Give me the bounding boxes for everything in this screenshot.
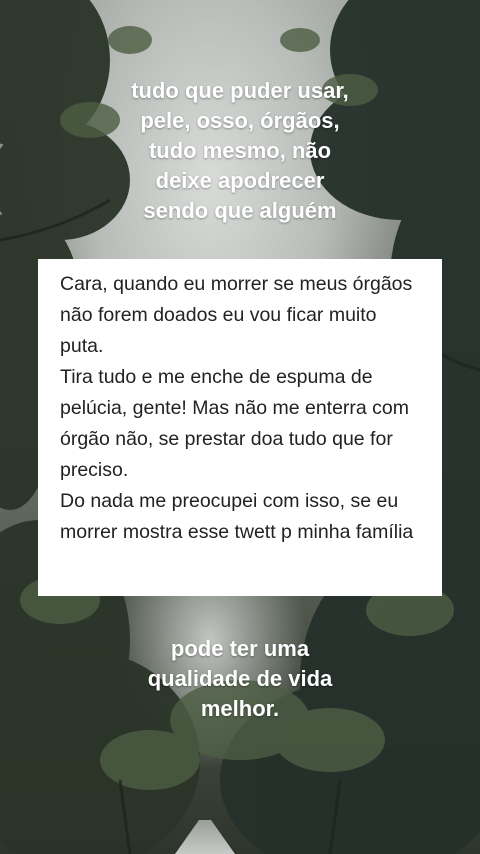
- caption-line: tudo que puder usar,: [131, 78, 349, 103]
- caption-line: pode ter uma: [170, 636, 310, 661]
- tweet-text-card: Cara, quando eu morrer se meus órgãos nã…: [38, 259, 442, 596]
- caption-line: deixe apodrecer: [155, 168, 325, 193]
- caption-line: pele, osso, órgãos,: [140, 108, 340, 133]
- overlay-caption-bottom: pode ter uma qualidade de vida melhor.: [0, 634, 480, 724]
- caption-line: tudo mesmo, não: [148, 138, 332, 163]
- caption-line: qualidade de vida: [147, 666, 333, 691]
- caption-line: melhor.: [200, 696, 280, 721]
- caption-line: sendo que alguém: [143, 198, 337, 223]
- overlay-caption-top: tudo que puder usar, pele, osso, órgãos,…: [0, 76, 480, 226]
- tweet-paragraph: Cara, quando eu morrer se meus órgãos nã…: [60, 273, 413, 357]
- tweet-paragraph: Do nada me preocupei com isso, se eu mor…: [60, 490, 414, 543]
- tweet-paragraph: Tira tudo e me enche de espuma de pelúci…: [60, 366, 410, 481]
